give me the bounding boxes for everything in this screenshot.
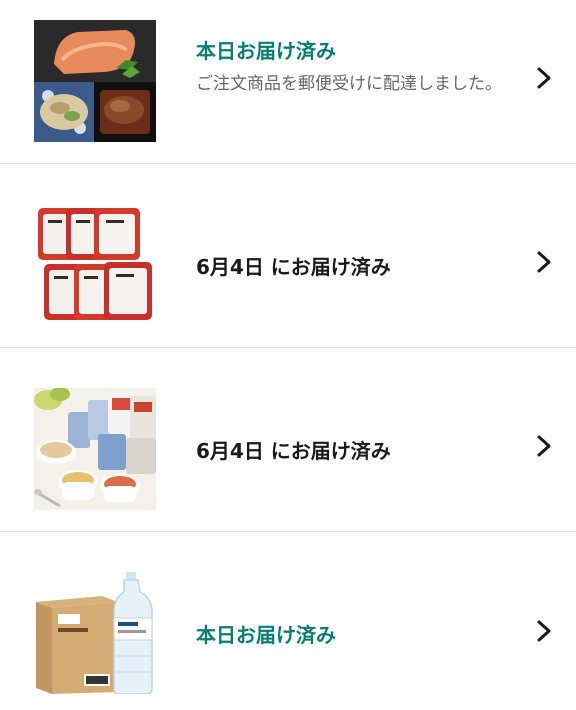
chevron-right-icon xyxy=(537,620,551,642)
order-text: 本日お届け済み ご注文商品を郵便受けに配達しました。 xyxy=(196,38,526,97)
chevron-right-icon xyxy=(537,251,551,273)
delivery-status: 本日お届け済み xyxy=(196,623,336,647)
order-item[interactable]: 本日お届け済み xyxy=(0,532,576,710)
order-text: 6月4日 にお届け済み xyxy=(196,438,526,464)
chevron-right-icon xyxy=(537,435,551,457)
product-image-grilled-fish xyxy=(34,20,156,142)
product-image-packaged-rice xyxy=(34,202,156,324)
order-item[interactable]: 本日お届け済み ご注文商品を郵便受けに配達しました。 xyxy=(0,0,576,163)
delivery-status: 6月4日 にお届け済み xyxy=(196,255,391,279)
product-image-freeze-dried-soup xyxy=(34,388,156,510)
order-text: 6月4日 にお届け済み xyxy=(196,254,526,280)
delivery-status: 本日お届け済み xyxy=(196,39,336,63)
delivery-detail: ご注文商品を郵便受けに配達しました。 xyxy=(196,74,502,94)
order-text: 本日お届け済み xyxy=(196,622,526,648)
product-image-water-box xyxy=(34,572,156,694)
order-item[interactable]: 6月4日 にお届け済み xyxy=(0,164,576,347)
chevron-right-icon xyxy=(537,67,551,89)
delivery-status: 6月4日 にお届け済み xyxy=(196,439,391,463)
order-item[interactable]: 6月4日 にお届け済み xyxy=(0,348,576,531)
